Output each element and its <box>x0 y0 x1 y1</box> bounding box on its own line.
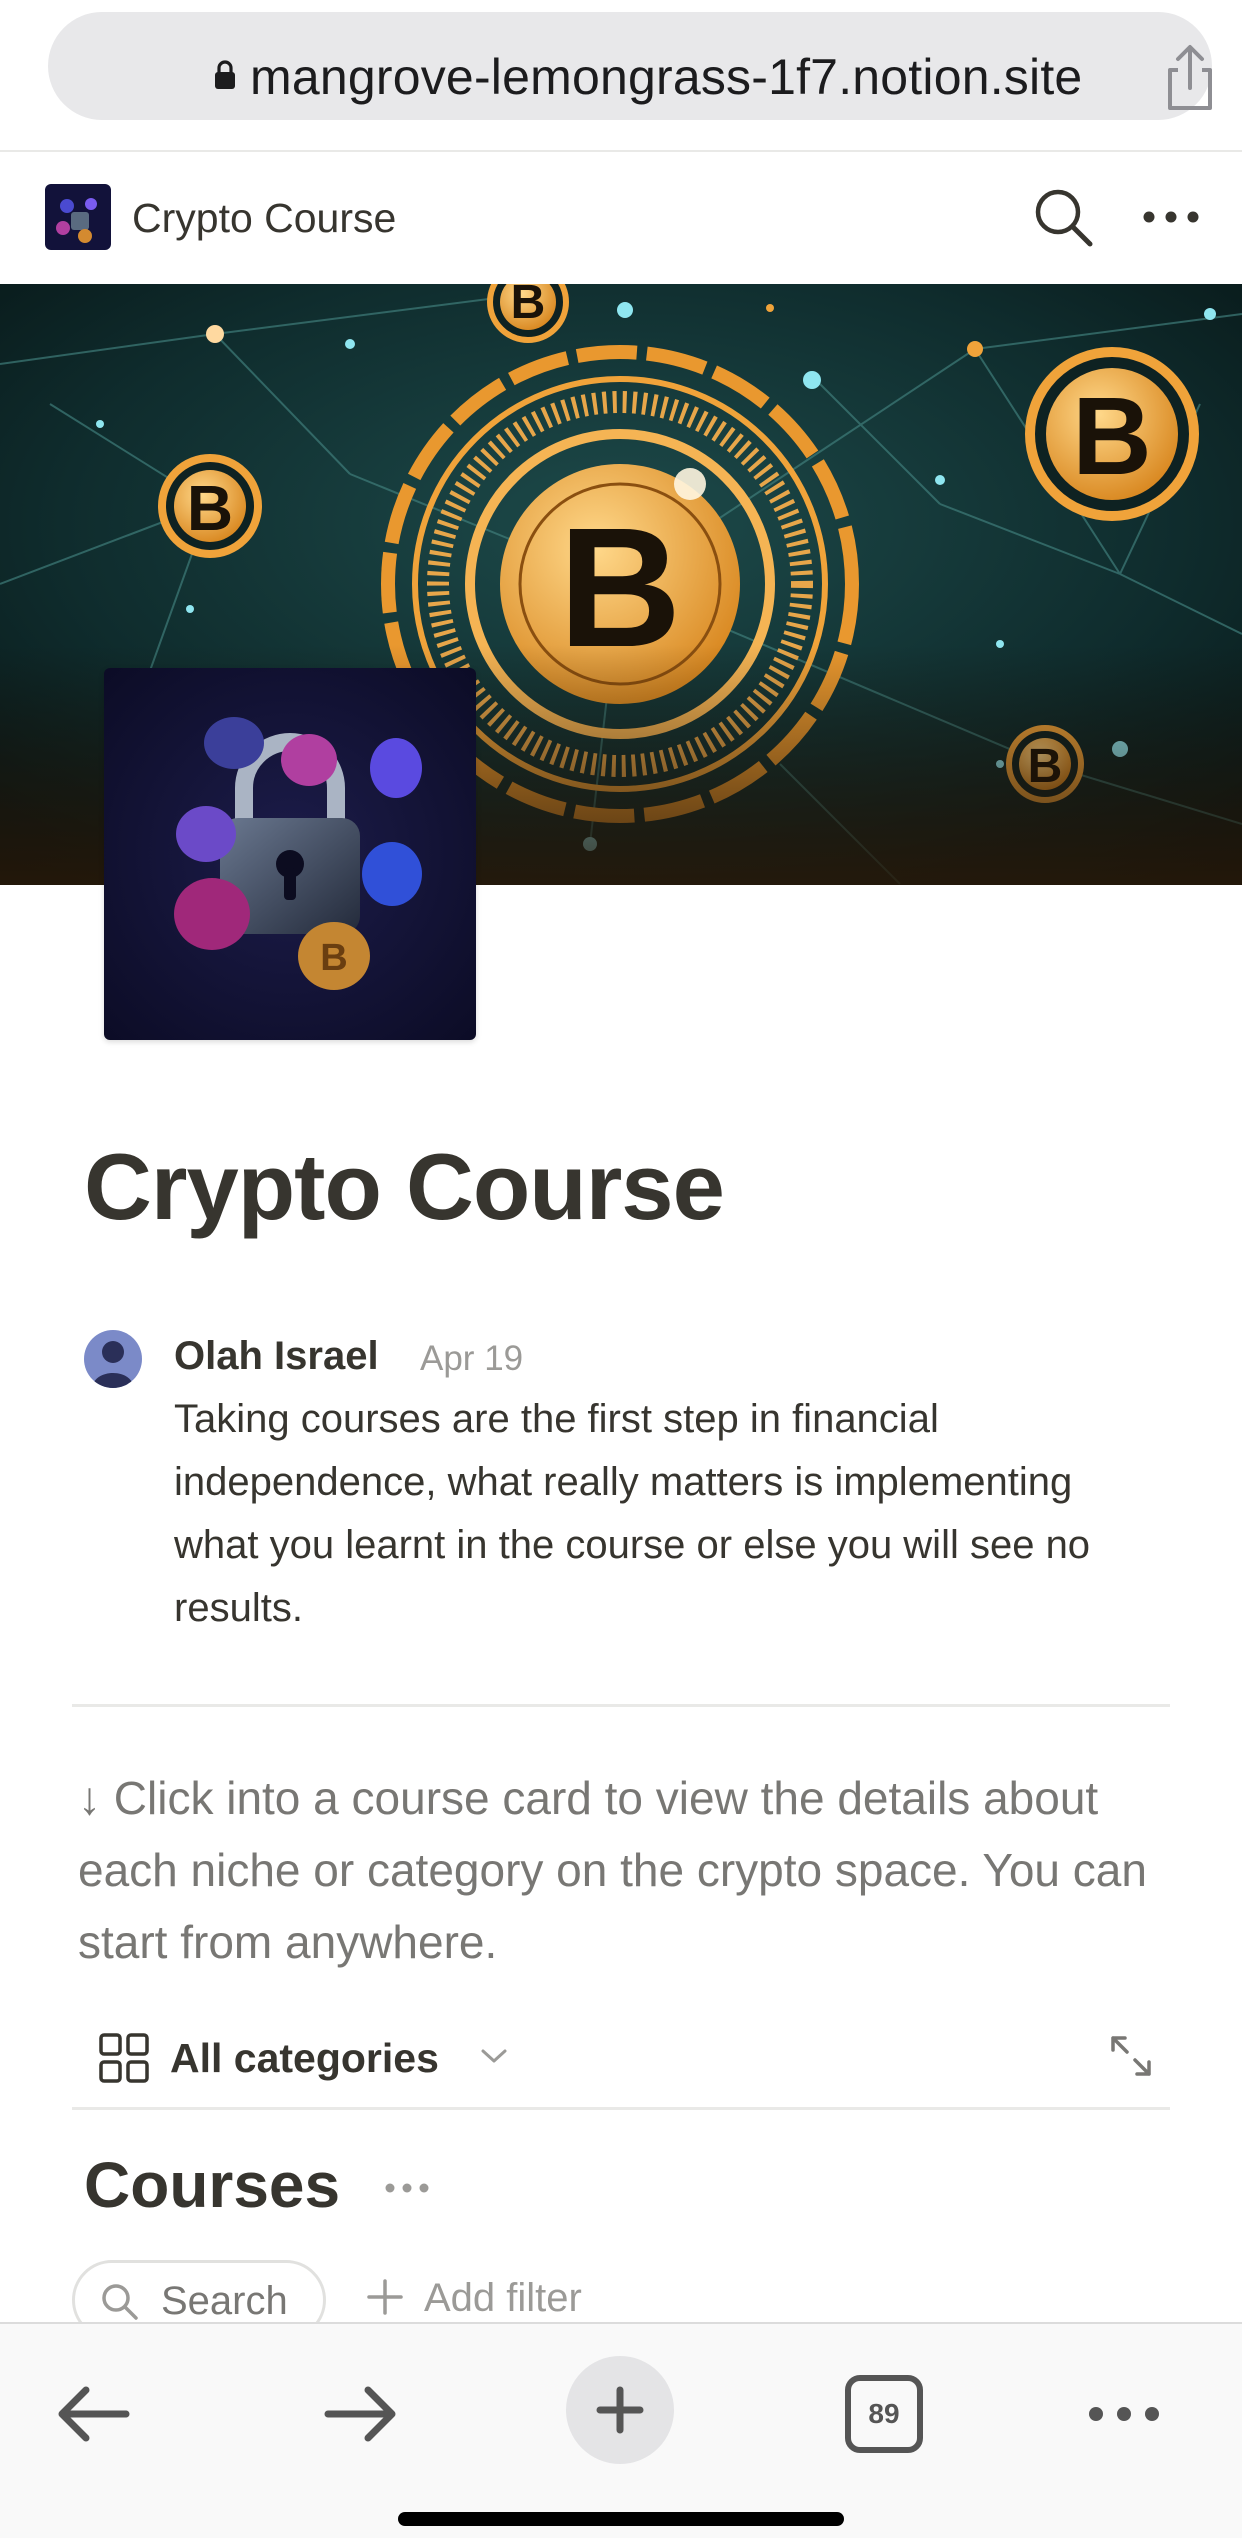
divider <box>72 1704 1170 1707</box>
gallery-view-icon <box>99 2033 149 2083</box>
back-arrow-icon[interactable] <box>44 2364 144 2464</box>
add-filter-label: Add filter <box>424 2276 582 2320</box>
forward-arrow-icon[interactable] <box>310 2364 410 2464</box>
plus-icon <box>596 2386 644 2434</box>
database-more-icon[interactable] <box>382 2168 432 2208</box>
view-selector[interactable]: All categories <box>170 2026 439 2090</box>
comment-text: Taking courses are the first step in fin… <box>174 1397 1091 1630</box>
comment-date: Apr 19 <box>420 1339 524 1378</box>
search-icon <box>102 2284 138 2320</box>
browser-toolbar: 89 <box>0 2322 1242 2538</box>
avatar[interactable] <box>84 1330 142 1388</box>
database-title[interactable]: Courses <box>84 2140 340 2230</box>
database-view-bar: All categories <box>72 2020 1170 2110</box>
callout-text: ↓ Click into a course card to view the d… <box>78 1772 1147 1968</box>
expand-icon[interactable] <box>1107 2032 1155 2080</box>
share-icon[interactable] <box>1160 44 1220 112</box>
browser-address-bar: mangrove-lemongrass-1f7.notion.site <box>0 0 1242 152</box>
search-icon[interactable] <box>1030 184 1096 250</box>
new-tab-button[interactable] <box>566 2356 674 2464</box>
page-icon-small[interactable] <box>45 184 111 250</box>
page-header-bar: Crypto Course <box>0 154 1242 284</box>
home-indicator <box>398 2512 844 2526</box>
page-icon[interactable]: B <box>104 668 476 1040</box>
tab-count: 89 <box>868 2398 900 2429</box>
svg-text:B: B <box>320 937 347 979</box>
page-title: Crypto Course <box>84 1134 725 1239</box>
comment-author: Olah Israel <box>174 1334 379 1378</box>
more-icon[interactable] <box>1074 2364 1174 2464</box>
more-options-icon[interactable] <box>1138 184 1204 250</box>
lock-icon <box>215 60 235 89</box>
tabs-button[interactable]: 89 <box>834 2364 934 2464</box>
url-text: mangrove-lemongrass-1f7.notion.site <box>250 49 1083 105</box>
plus-icon <box>367 2279 403 2315</box>
breadcrumb-title[interactable]: Crypto Course <box>132 190 396 246</box>
url-field[interactable]: mangrove-lemongrass-1f7.notion.site <box>48 12 1212 120</box>
chevron-down-icon[interactable] <box>480 2046 508 2066</box>
